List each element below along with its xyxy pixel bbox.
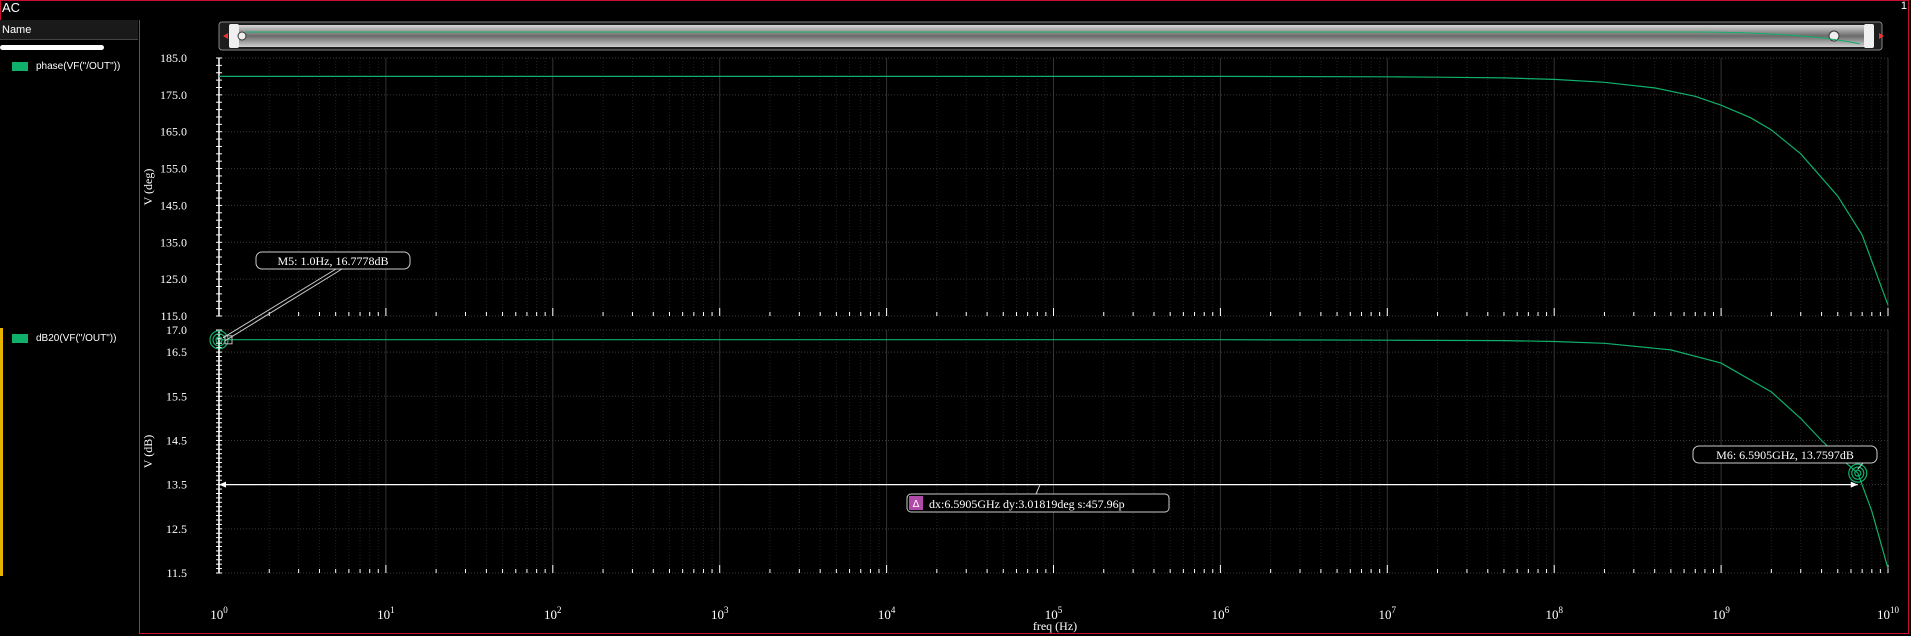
- y-tick-label: 16.5: [166, 345, 187, 359]
- scrollbar-left-marker-icon: [237, 31, 247, 41]
- zoom-scrollbar[interactable]: [218, 21, 1884, 51]
- y-axis-label: V (deg): [141, 169, 155, 206]
- y-tick-label: 14.5: [166, 433, 187, 447]
- delta-left-arrow-icon: [219, 481, 226, 488]
- x-tick-label: 106: [1212, 605, 1230, 622]
- y-tick-label: 155.0: [160, 162, 187, 176]
- waveform-plot: 185.0 175.0 165.0 155.0 145.0 135.0 125.0 115.0…: [141, 21, 1900, 633]
- m5-label: M5: 1.0Hz, 16.7778dB: [278, 254, 389, 268]
- y-tick-label: 15.5: [166, 389, 187, 403]
- y-axis-label: V (dB): [141, 435, 155, 468]
- x-tick-label: 103: [711, 605, 729, 622]
- y-tick-label: 175.0: [160, 88, 187, 102]
- y-tick-label: 125.0: [160, 272, 187, 286]
- delta-badge-glyph: Δ: [913, 499, 920, 510]
- scrollbar-right-handle[interactable]: [1864, 24, 1874, 48]
- y-tick-label: 115.0: [160, 309, 187, 323]
- x-tick-label: 100: [210, 605, 228, 622]
- m6-label: M6: 6.5905GHz, 13.7597dB: [1716, 448, 1854, 462]
- y-tick-label: 145.0: [160, 198, 187, 212]
- y-tick-label: 165.0: [160, 125, 187, 139]
- delta-leader-line: [1035, 484, 1041, 495]
- x-tick-label: 107: [1379, 605, 1397, 622]
- x-tick-label: 109: [1712, 605, 1730, 622]
- plot-axes: 185.0 175.0 165.0 155.0 145.0 135.0 125.0 115.0…: [141, 51, 1900, 633]
- y-tick-label: 185.0: [160, 51, 187, 65]
- y-tick-label: 135.0: [160, 235, 187, 249]
- delta-label: dx:6.5905GHz dy:3.01819deg s:457.96p: [929, 497, 1125, 511]
- y-tick-label: 13.5: [166, 478, 187, 492]
- x-tick-label: 104: [878, 605, 896, 622]
- x-axis-label: freq (Hz): [1033, 619, 1077, 633]
- scrollbar-thumb[interactable]: [235, 25, 1869, 47]
- x-tick-label: 102: [544, 605, 562, 622]
- y-tick-label: 17.0: [166, 323, 187, 337]
- x-tick-label: 1010: [1877, 605, 1900, 622]
- marker-layer: M5: 1.0Hz, 16.7778dB M6: 6.5905GHz, 13.75…: [209, 251, 1878, 573]
- x-tick-label: 108: [1545, 605, 1563, 622]
- x-tick-label: 101: [377, 605, 395, 622]
- y-tick-label: 12.5: [166, 522, 187, 536]
- y-tick-label: 11.5: [166, 566, 187, 580]
